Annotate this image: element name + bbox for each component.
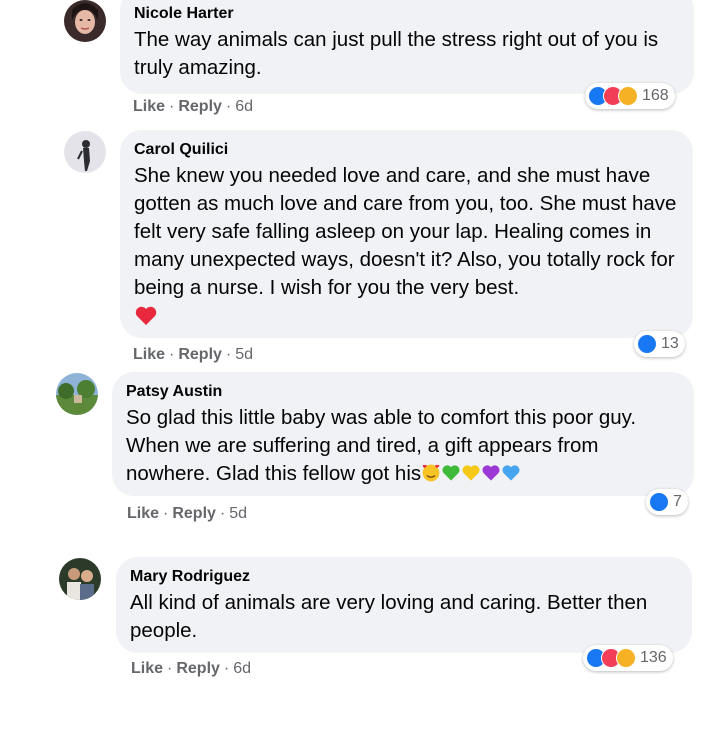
comment-author[interactable]: Patsy Austin <box>126 382 680 402</box>
comment-timestamp[interactable]: 6d <box>235 98 253 115</box>
reaction-summary[interactable]: 136 <box>583 645 673 671</box>
comment-actions: Like · Reply · 5d <box>133 346 254 363</box>
reaction-count: 7 <box>673 493 682 510</box>
like-reaction-icon <box>637 334 657 354</box>
comment-bubble: Patsy Austin So glad this little baby wa… <box>112 372 694 496</box>
reaction-summary[interactable]: 13 <box>634 331 685 357</box>
reply-button[interactable]: Reply <box>178 98 222 115</box>
reply-button[interactable]: Reply <box>172 505 216 522</box>
comment-actions: Like · Reply · 5d <box>127 505 248 522</box>
comment-text: So glad this little baby was able to com… <box>126 406 637 485</box>
comment-bubble: Nicole Harter The way animals can just p… <box>120 0 694 94</box>
like-reaction-icon <box>649 492 669 512</box>
comment-timestamp[interactable]: 5d <box>235 346 253 363</box>
red-heart-emoji <box>135 306 157 325</box>
comment-bubble: Carol Quilici She knew you needed love a… <box>120 130 693 338</box>
care-reaction-icon <box>616 648 636 668</box>
reaction-summary[interactable]: 7 <box>646 489 688 515</box>
comment-timestamp[interactable]: 5d <box>229 505 247 522</box>
smiling-face-with-hearts-emoji <box>422 464 440 482</box>
comment-actions: Like · Reply · 6d <box>131 660 252 677</box>
reaction-count: 168 <box>642 87 669 104</box>
purple-heart-emoji <box>482 465 500 481</box>
comment-author[interactable]: Carol Quilici <box>134 140 679 160</box>
blue-heart-emoji <box>502 465 520 481</box>
like-button[interactable]: Like <box>133 98 165 115</box>
avatar[interactable] <box>59 558 101 600</box>
avatar[interactable] <box>56 373 98 415</box>
comment-author[interactable]: Nicole Harter <box>134 4 680 24</box>
yellow-heart-emoji <box>462 465 480 481</box>
comment-timestamp[interactable]: 6d <box>233 660 251 677</box>
comment-actions: Like · Reply · 6d <box>133 98 254 115</box>
avatar[interactable] <box>64 0 106 42</box>
comment-text: She knew you needed love and care, and s… <box>134 164 677 299</box>
reply-button[interactable]: Reply <box>178 346 222 363</box>
reply-button[interactable]: Reply <box>176 660 220 677</box>
reaction-summary[interactable]: 168 <box>585 83 675 109</box>
like-button[interactable]: Like <box>131 660 163 677</box>
comment-bubble: Mary Rodriguez All kind of animals are v… <box>116 557 692 653</box>
comment-text: All kind of animals are very loving and … <box>130 591 648 642</box>
comment-author[interactable]: Mary Rodriguez <box>130 567 678 587</box>
comment-text: The way animals can just pull the stress… <box>134 28 659 79</box>
reaction-count: 13 <box>661 335 679 352</box>
reaction-count: 136 <box>640 649 667 666</box>
like-button[interactable]: Like <box>133 346 165 363</box>
green-heart-emoji <box>442 465 460 481</box>
like-button[interactable]: Like <box>127 505 159 522</box>
care-reaction-icon <box>618 86 638 106</box>
avatar[interactable] <box>64 131 106 173</box>
